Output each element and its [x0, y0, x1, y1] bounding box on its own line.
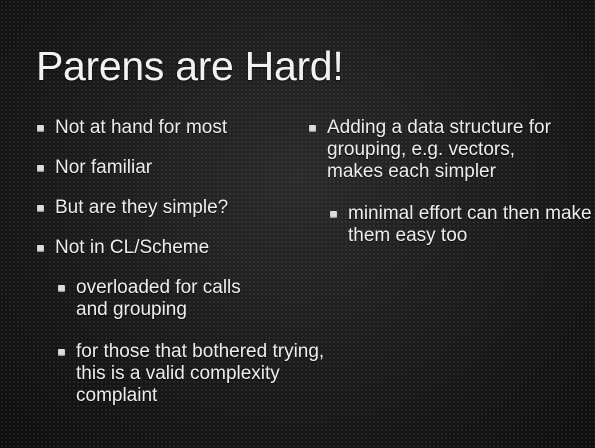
slide: Parens are Hard! Not at hand for most No… — [0, 0, 595, 448]
bullet-item: But are they simple? — [34, 197, 309, 219]
bullet-icon — [309, 125, 316, 132]
bullet-item: Adding a data structure for grouping, e.… — [306, 117, 572, 183]
sub-bullet-text: overloaded for calls and grouping — [76, 277, 241, 320]
sub-bullet-item: minimal effort can then make them easy t… — [306, 203, 595, 247]
bullet-icon — [37, 165, 44, 172]
bullet-icon — [37, 205, 44, 212]
right-column: Adding a data structure for grouping, e.… — [306, 117, 592, 247]
sub-bullet-item: for those that bothered trying, this is … — [34, 341, 331, 407]
sub-bullet-text: minimal effort can then make them easy t… — [348, 203, 592, 246]
sub-bullet-text: for those that bothered trying, this is … — [76, 341, 325, 406]
bullet-item: Not in CL/Scheme — [34, 237, 309, 259]
bullet-item: Not at hand for most — [34, 117, 309, 139]
bullet-item: Nor familiar — [34, 157, 309, 179]
bullet-text: But are they simple? — [55, 197, 229, 218]
bullet-icon — [58, 349, 65, 356]
bullet-text: Not at hand for most — [55, 117, 228, 138]
slide-title: Parens are Hard! — [36, 43, 344, 89]
bullet-icon — [58, 285, 65, 292]
bullet-text: Not in CL/Scheme — [55, 237, 210, 258]
bullet-icon — [37, 245, 44, 252]
bullet-text: Nor familiar — [55, 157, 153, 178]
sub-bullet-item: overloaded for calls and grouping — [34, 277, 271, 321]
bullet-icon — [330, 211, 337, 218]
left-column: Not at hand for most Nor familiar But ar… — [34, 117, 324, 407]
bullet-text: Adding a data structure for grouping, e.… — [327, 117, 551, 182]
bullet-icon — [37, 125, 44, 132]
